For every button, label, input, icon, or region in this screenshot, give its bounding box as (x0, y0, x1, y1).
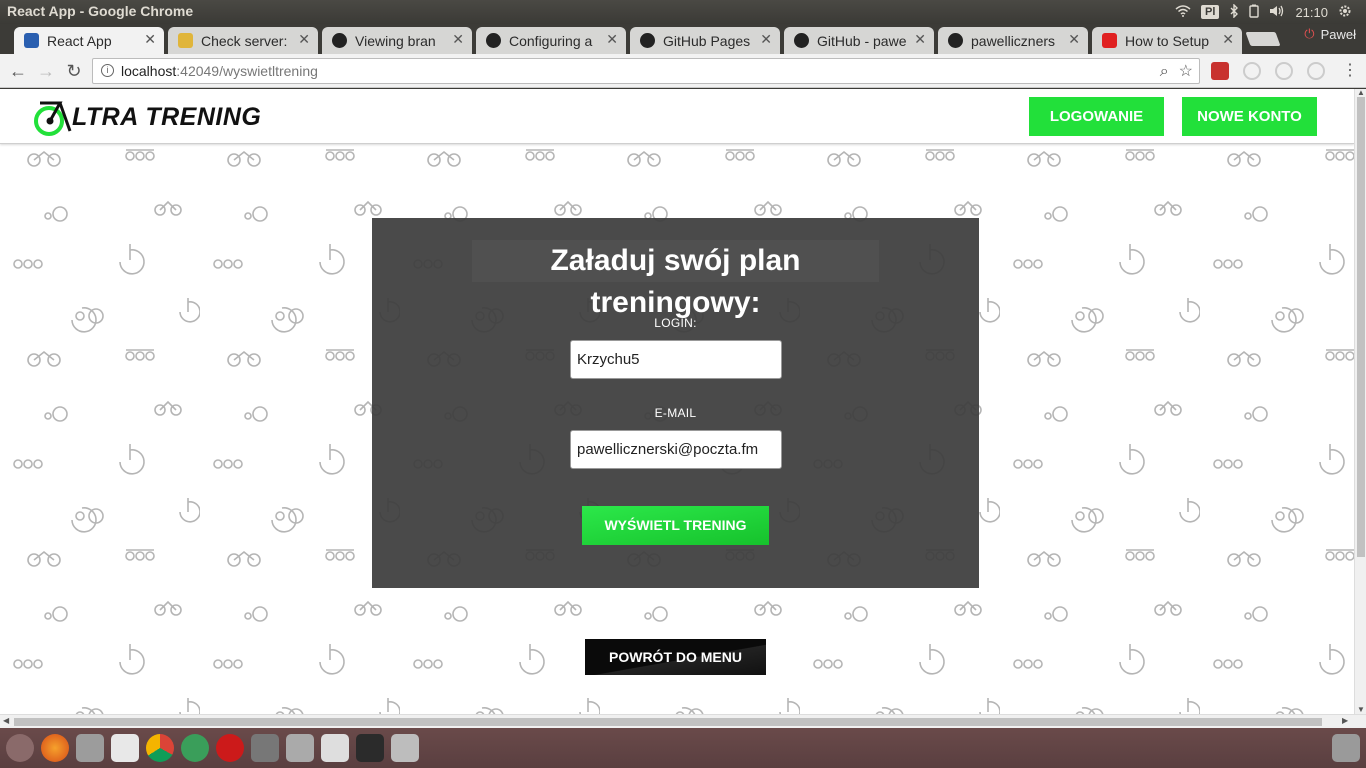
chrome-icon[interactable] (146, 734, 174, 762)
text-editor-icon[interactable] (111, 734, 139, 762)
back-arrow-icon[interactable]: ← (8, 61, 28, 81)
tab-label: Check server: (201, 32, 288, 49)
tab-label: Configuring a (509, 32, 593, 49)
atom-icon[interactable] (181, 734, 209, 762)
github-icon (640, 33, 655, 48)
load-plan-panel: Załaduj swój plan treningowy: LOGIN: Krz… (372, 218, 979, 588)
email-label: E-MAIL (654, 406, 697, 420)
show-training-button[interactable]: WYŚWIETL TRENING (582, 506, 769, 545)
scroll-down-arrow-icon[interactable]: ▼ (1357, 705, 1365, 714)
tab-label: GitHub - pawe (817, 32, 907, 49)
back-to-menu-button[interactable]: POWRÓT DO MENU (585, 639, 766, 675)
url-host: localhost (121, 63, 177, 79)
close-icon[interactable]: ✕ (914, 31, 926, 48)
site-navbar: LTRA TRENING LOGOWANIE NOWE KONTO (0, 89, 1354, 144)
scroll-right-arrow-icon[interactable]: ▶ (1342, 716, 1348, 725)
tab-viewing-branches[interactable]: Viewing bran ✕ (322, 27, 472, 54)
keyboard-layout-indicator[interactable]: Pl (1201, 5, 1220, 19)
github-icon (486, 33, 501, 48)
scroll-up-arrow-icon[interactable]: ▲ (1357, 88, 1365, 97)
wifi-icon[interactable] (1175, 4, 1191, 20)
close-icon[interactable]: ✕ (760, 31, 772, 48)
tab-strip: React App ✕ Check server: ✕ Viewing bran… (0, 24, 1366, 54)
bike-logo-icon (32, 97, 72, 137)
github-icon (794, 33, 809, 48)
panel-title: Załaduj swój plan treningowy: (472, 240, 879, 319)
calculator-icon[interactable] (286, 734, 314, 762)
calendar-icon[interactable] (321, 734, 349, 762)
tab-pawellicznerski[interactable]: pawelliczners ✕ (938, 27, 1088, 54)
react-icon (24, 33, 39, 48)
extension-icon[interactable] (1307, 62, 1325, 80)
settings-icon[interactable] (251, 734, 279, 762)
tab-github-pages[interactable]: GitHub Pages ✕ (630, 27, 780, 54)
github-icon (332, 33, 347, 48)
tab-configuring[interactable]: Configuring a ✕ (476, 27, 626, 54)
youtube-icon (1102, 33, 1117, 48)
tab-react-app[interactable]: React App ✕ (14, 27, 164, 54)
battery-icon[interactable] (1249, 4, 1260, 21)
volume-icon[interactable] (1269, 4, 1285, 21)
address-bar[interactable]: i localhost:42049/wyswietltrening ⌕ ☆ (92, 58, 1200, 84)
drive-icon[interactable] (391, 734, 419, 762)
tab-how-to-setup[interactable]: How to Setup ✕ (1092, 27, 1242, 54)
new-tab-button[interactable] (1245, 32, 1281, 46)
profile-button[interactable]: ⏻ Paweł (1304, 26, 1356, 42)
os-top-bar: React App - Google Chrome Pl 21:10 (0, 0, 1366, 24)
gear-icon[interactable] (1338, 4, 1352, 21)
horizontal-scrollbar[interactable]: ◀ ▶ (0, 714, 1366, 728)
github-icon (948, 33, 963, 48)
close-icon[interactable]: ✕ (1222, 31, 1234, 48)
extension-icon[interactable] (1275, 62, 1293, 80)
page-viewport: LTRA TRENING LOGOWANIE NOWE KONTO Załadu… (0, 89, 1354, 714)
terminal-icon[interactable] (356, 734, 384, 762)
close-icon[interactable]: ✕ (1068, 31, 1080, 48)
horizontal-scroll-thumb[interactable] (14, 718, 1322, 726)
close-icon[interactable]: ✕ (144, 31, 156, 48)
login-button[interactable]: LOGOWANIE (1029, 97, 1164, 136)
tab-label: How to Setup (1125, 32, 1210, 49)
reload-icon[interactable]: ↻ (64, 61, 84, 81)
logo-text: LTRA TRENING (72, 102, 262, 131)
system-tray: Pl 21:10 (1175, 0, 1366, 24)
unity-launcher (0, 728, 1366, 768)
url-path: :42049/wyswietltrening (176, 63, 318, 79)
login-label: LOGIN: (654, 316, 697, 330)
cloud-icon (178, 33, 193, 48)
trash-icon[interactable] (1332, 734, 1360, 762)
opera-icon[interactable] (216, 734, 244, 762)
forward-arrow-icon[interactable]: → (36, 61, 56, 81)
profile-name: Paweł (1320, 26, 1356, 42)
close-icon[interactable]: ✕ (606, 31, 618, 48)
vertical-scrollbar[interactable]: ▲ ▼ (1354, 88, 1366, 714)
bookmark-star-icon[interactable]: ☆ (1179, 60, 1193, 84)
vertical-scroll-thumb[interactable] (1357, 97, 1365, 557)
browser-toolbar: ← → ↻ i localhost:42049/wyswietltrening … (0, 54, 1366, 88)
extension-icon[interactable] (1211, 62, 1229, 80)
zoom-icon[interactable]: ⌕ (1160, 60, 1169, 84)
close-icon[interactable]: ✕ (452, 31, 464, 48)
tab-label: pawelliczners (971, 32, 1056, 49)
firefox-icon[interactable] (41, 734, 69, 762)
register-button[interactable]: NOWE KONTO (1182, 97, 1317, 136)
files-icon[interactable] (76, 734, 104, 762)
login-input[interactable]: Krzychu5 (570, 340, 782, 379)
tab-check-server[interactable]: Check server: ✕ (168, 27, 318, 54)
tab-label: Viewing bran (355, 32, 436, 49)
info-icon[interactable]: i (101, 64, 114, 77)
email-input[interactable]: pawellicznerski@poczta.fm (570, 430, 782, 469)
menu-icon[interactable]: ⋮ (1340, 61, 1360, 81)
clock[interactable]: 21:10 (1295, 5, 1328, 20)
tab-label: GitHub Pages (663, 32, 751, 49)
tab-github-pawel[interactable]: GitHub - pawe ✕ (784, 27, 934, 54)
dash-icon[interactable] (6, 734, 34, 762)
user-icon: ⏻ (1304, 26, 1315, 41)
scroll-left-arrow-icon[interactable]: ◀ (3, 716, 9, 725)
tab-label: React App (47, 32, 112, 49)
window-title: React App - Google Chrome (7, 3, 194, 19)
close-icon[interactable]: ✕ (298, 31, 310, 48)
site-logo[interactable]: LTRA TRENING (32, 95, 261, 139)
extension-icon[interactable] (1243, 62, 1261, 80)
bluetooth-icon[interactable] (1229, 2, 1239, 21)
